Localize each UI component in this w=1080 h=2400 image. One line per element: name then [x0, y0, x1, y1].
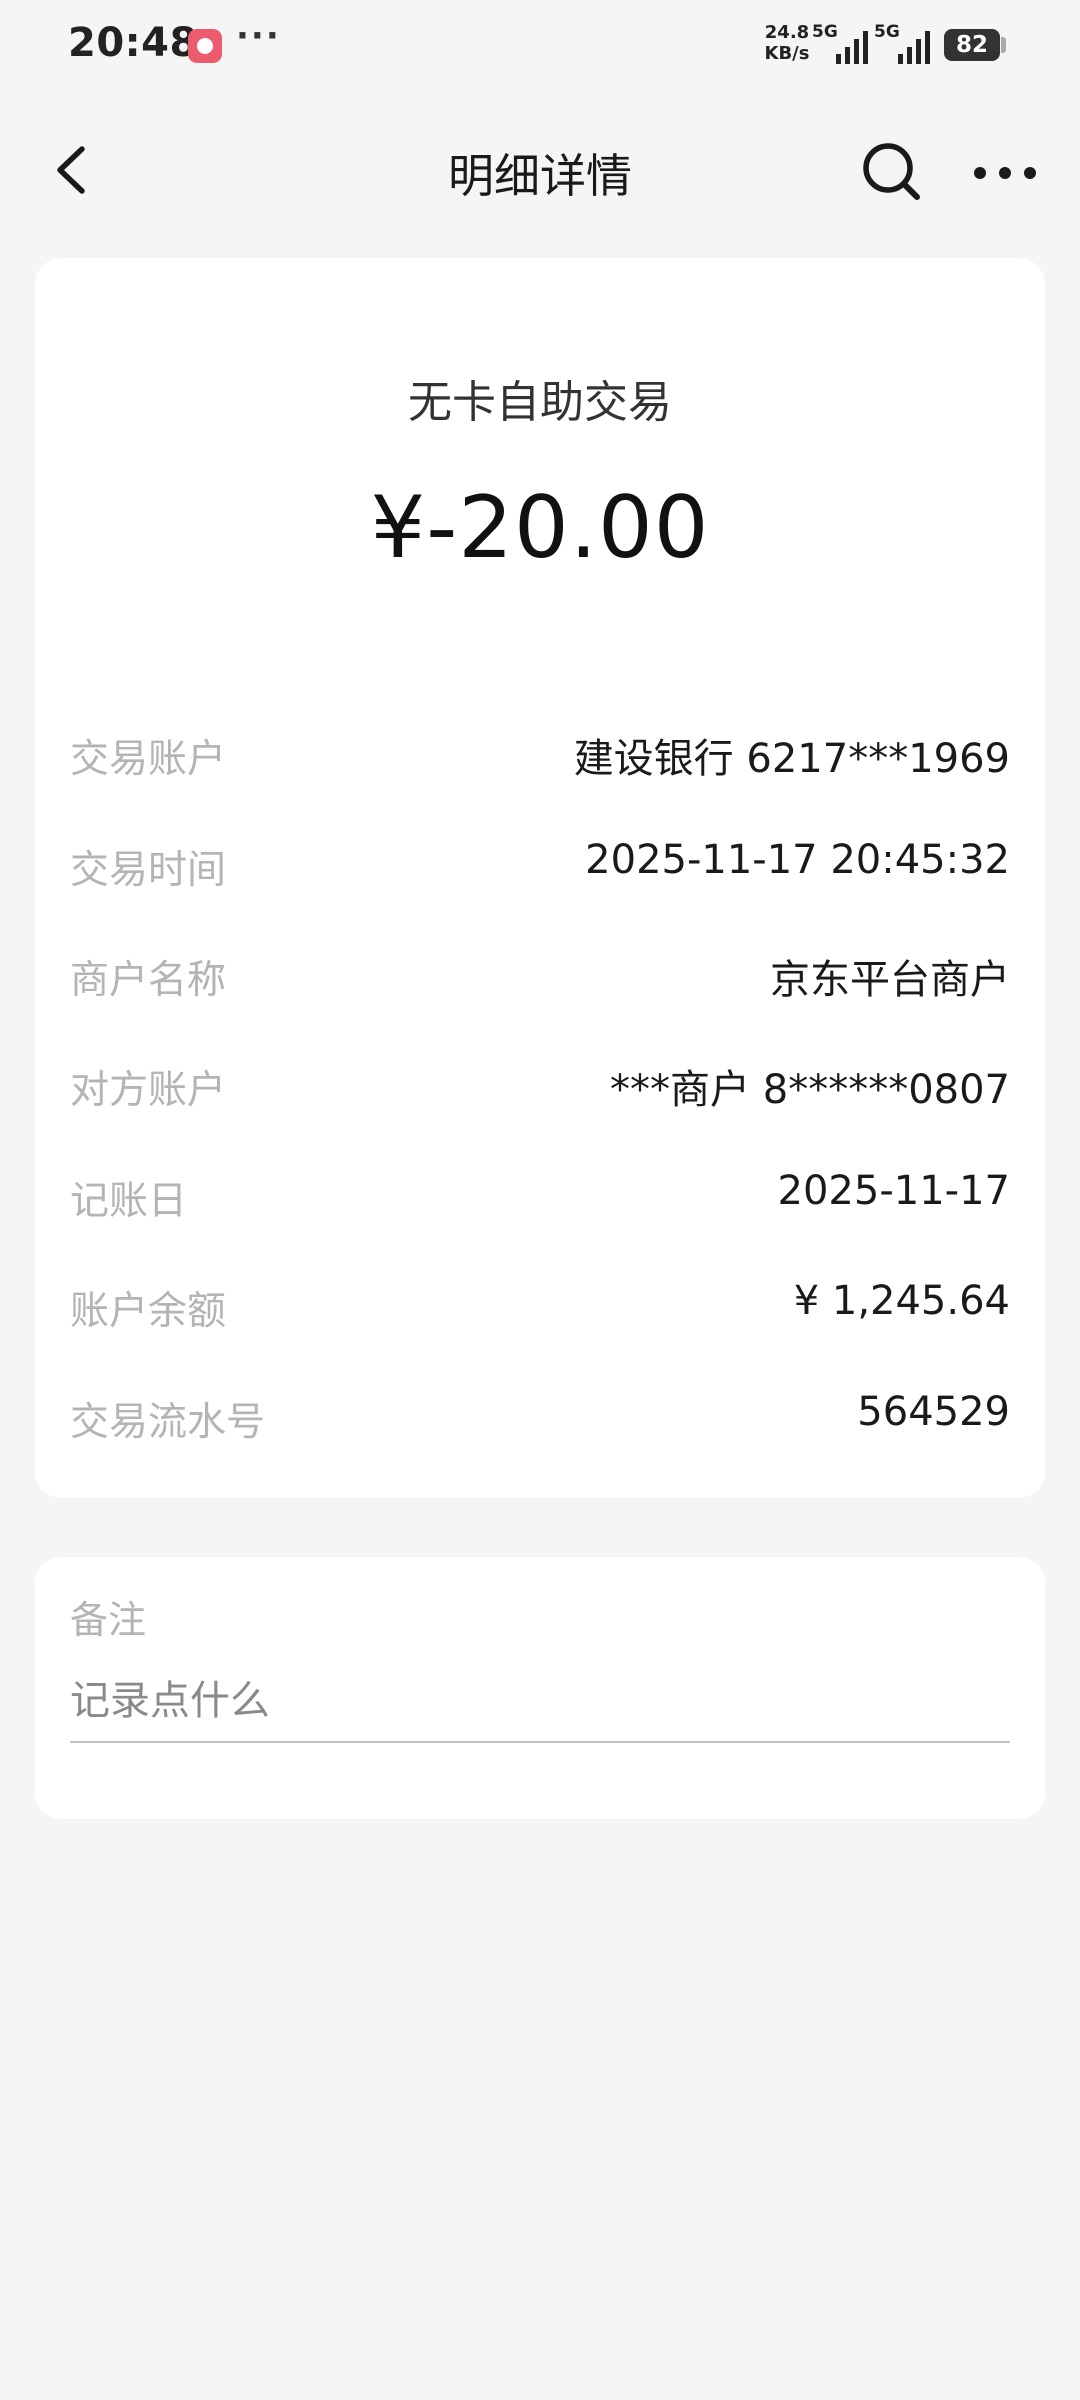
detail-label: 商户名称: [70, 958, 227, 1003]
search-icon[interactable]: [858, 138, 924, 204]
status-more-icon: ···: [236, 16, 281, 56]
detail-row-time: 交易时间 2025-11-17 20:45:32: [70, 829, 1010, 893]
detail-value: 2025-11-17: [777, 1168, 1010, 1214]
detail-row-balance: 账户余额 ¥ 1,245.64: [70, 1270, 1010, 1334]
transaction-amount: ¥-20.00: [370, 478, 710, 578]
battery-level: 82: [955, 32, 988, 58]
detail-value: 京东平台商户: [770, 957, 1010, 1003]
detail-label: 记账日: [70, 1179, 188, 1224]
detail-value: ¥ 1,245.64: [793, 1278, 1010, 1324]
transaction-type: 无卡自助交易: [408, 377, 672, 428]
cloud-app-notification-icon: [188, 29, 222, 63]
detail-value: ***商户 8******0807: [610, 1067, 1010, 1113]
note-input[interactable]: [70, 1661, 1010, 1743]
detail-row-serial-number: 交易流水号 564529: [70, 1381, 1010, 1445]
battery-icon: 82: [944, 29, 1000, 61]
detail-label: 交易时间: [70, 848, 227, 893]
status-bar: 20:48 ··· 24.8 KB/s 5G 5G 82: [0, 0, 1080, 90]
detail-row-account: 交易账户 建设银行 6217***1969: [70, 718, 1010, 782]
signal-bars-icon: [836, 31, 868, 64]
detail-row-merchant: 商户名称 京东平台商户: [70, 939, 1010, 1003]
detail-value: 建设银行 6217***1969: [573, 736, 1010, 782]
detail-row-counterparty: 对方账户 ***商户 8******0807: [70, 1049, 1010, 1113]
network-speed-value: 24.8: [764, 22, 810, 43]
battery-tip: [1001, 37, 1006, 53]
detail-value: 2025-11-17 20:45:32: [585, 837, 1010, 883]
network-speed-unit: KB/s: [764, 43, 810, 64]
status-time: 20:48: [68, 20, 198, 66]
note-card: 备注: [35, 1557, 1045, 1819]
detail-label: 对方账户: [70, 1068, 227, 1113]
detail-label: 交易流水号: [70, 1400, 266, 1445]
transaction-card: 无卡自助交易 ¥-20.00 交易账户 建设银行 6217***1969 交易时…: [35, 258, 1045, 1498]
signal-bars-icon: [898, 31, 930, 64]
nav-bar: 明细详情: [0, 120, 1080, 220]
detail-value: 564529: [857, 1389, 1010, 1435]
detail-row-posting-date: 记账日 2025-11-17: [70, 1160, 1010, 1224]
more-horizontal-icon[interactable]: [970, 148, 1040, 198]
network-speed: 24.8 KB/s: [762, 22, 812, 64]
signal-strength-sim1: 5G: [812, 22, 872, 66]
note-label: 备注: [70, 1598, 147, 1642]
detail-label: 账户余额: [70, 1289, 227, 1334]
detail-label: 交易账户: [70, 737, 227, 782]
signal-strength-sim2: 5G: [874, 22, 934, 66]
